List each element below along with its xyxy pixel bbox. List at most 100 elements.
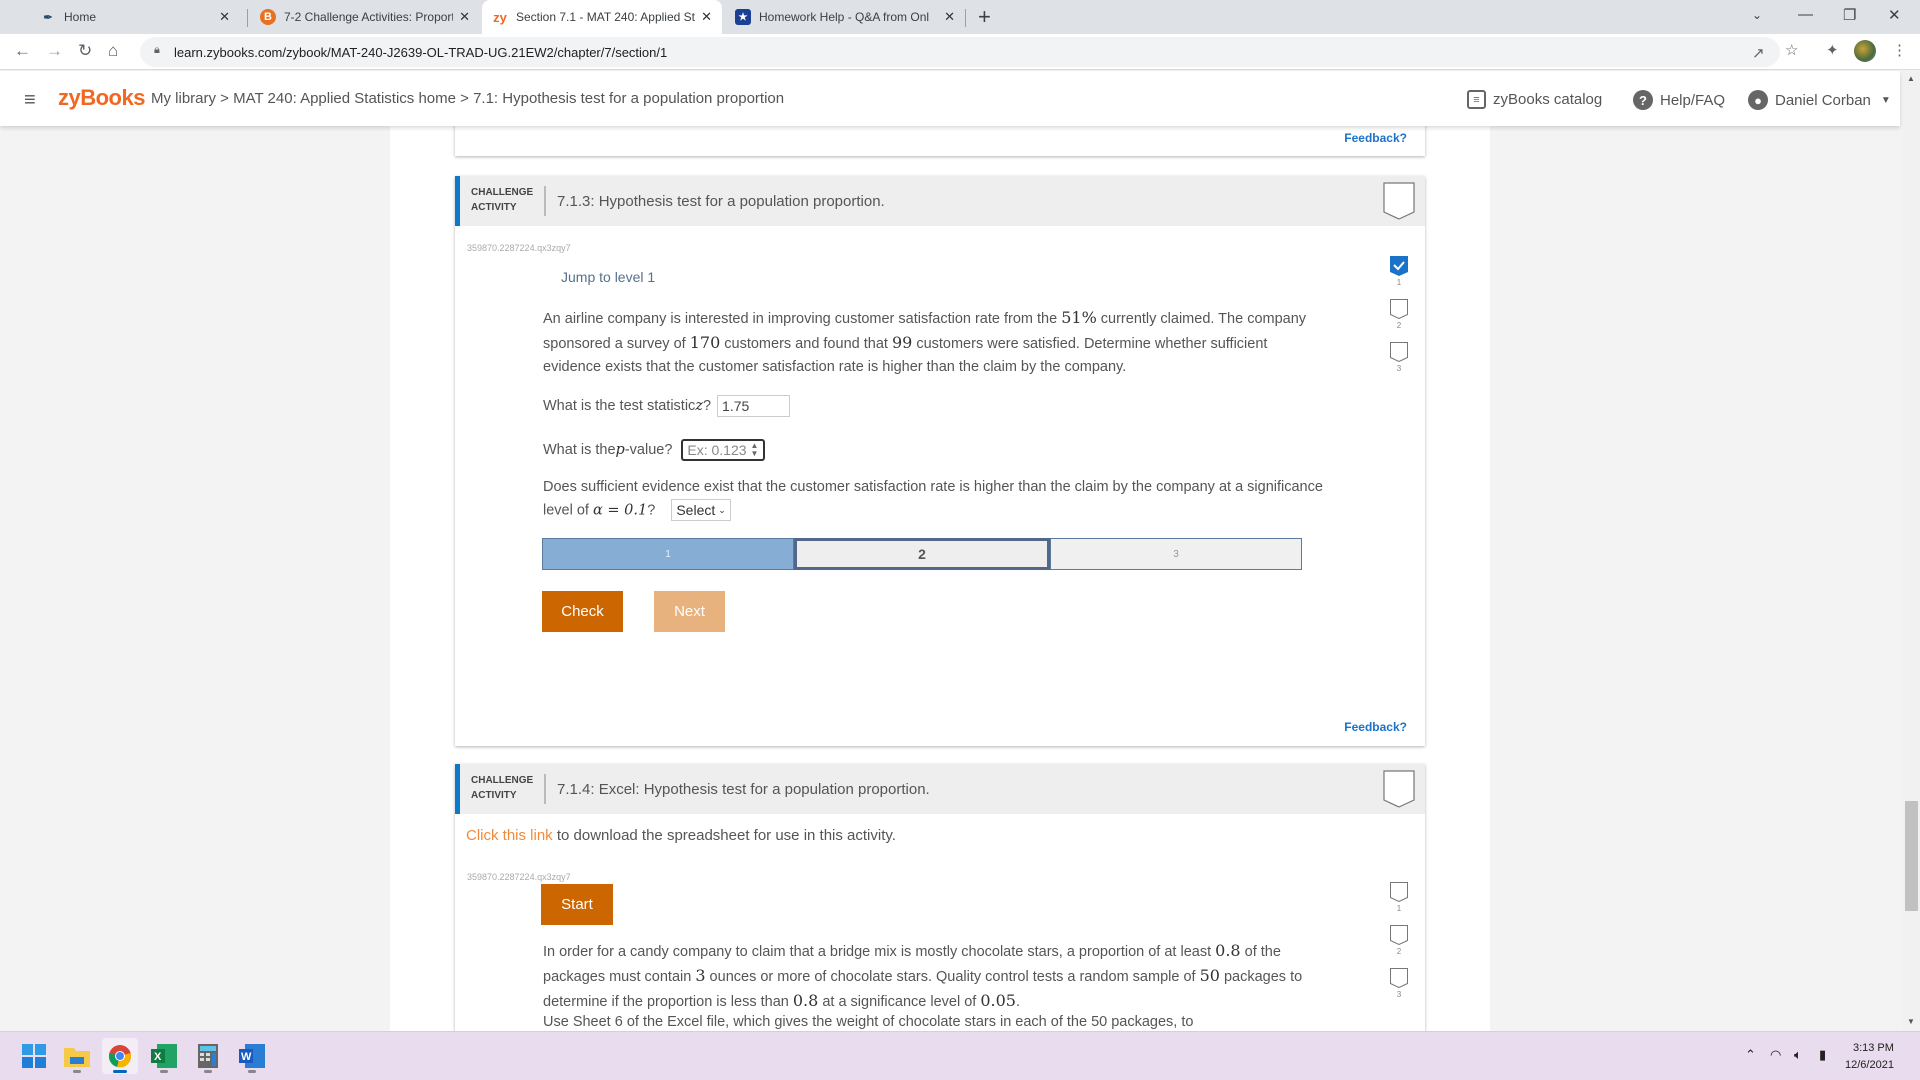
windows-start-icon[interactable] [16,1038,52,1074]
empty-badge-icon [1390,968,1408,988]
p-value-input[interactable]: Ex: 0.123 ▲ ▼ [681,439,766,461]
close-tab-icon[interactable]: ✕ [944,9,955,25]
challenge-activity-7-1-4: CHALLENGE ACTIVITY 7.1.4: Excel: Hypothe… [455,764,1425,1031]
wifi-icon[interactable]: ◠ [1770,1047,1781,1063]
level-badge-1[interactable]: 1 [1389,882,1409,913]
level-badge-2[interactable]: 2 [1389,299,1409,330]
extensions-puzzle-icon[interactable]: ✦ [1826,41,1839,59]
calculator-icon[interactable] [190,1038,226,1074]
scroll-up-arrow-icon[interactable]: ▲ [1907,74,1915,83]
level-1-segment[interactable]: 1 [542,538,794,570]
scrollbar-thumb[interactable] [1905,801,1918,911]
address-bar[interactable]: 🔒︎ learn.zybooks.com/zybook/MAT-240-J263… [140,37,1780,67]
question-p-value: What is the p -value? Ex: 0.123 ▲ ▼ [543,439,766,461]
evidence-select[interactable]: Select ⌄ [671,499,731,521]
start-button[interactable]: Start [541,884,613,925]
close-tab-icon[interactable]: ✕ [219,9,230,25]
question-test-statistic: What is the test statistic z? 1.75 [543,395,791,417]
browser-tab-bar: ✒ Home ✕ B 7-2 Challenge Activities: Pro… [0,0,1920,34]
breadcrumb[interactable]: My library > MAT 240: Applied Statistics… [151,90,784,107]
level-badges: 1 2 3 [1389,882,1409,1011]
activity-id: 359870.2287224.qx3zqy7 [467,872,571,882]
chrome-icon[interactable] [102,1038,138,1074]
show-hidden-icons-chevron[interactable]: ⌃ [1745,1047,1756,1063]
minimize-button[interactable]: — [1798,6,1813,23]
level-badge-2[interactable]: 2 [1389,925,1409,956]
clock-time: 3:13 PM [1852,1042,1894,1054]
forward-arrow-icon[interactable]: → [46,41,63,61]
content-column: Feedback? CHALLENGE ACTIVITY 7.1.3: Hypo… [390,126,1490,1031]
check-button[interactable]: Check [542,591,623,632]
volume-icon[interactable]: 🔈︎ [1794,1047,1802,1063]
user-account-icon: ● [1748,90,1768,110]
word-icon[interactable]: W [234,1038,270,1074]
user-menu[interactable]: ● Daniel Corban ▼ [1748,90,1891,110]
bookmark-star-icon[interactable]: ☆ [1785,41,1798,59]
hamburger-menu-icon[interactable]: ≡ [24,89,36,112]
tab-separator [965,9,966,27]
zybooks-header: ≡ zyBooks My library > MAT 240: Applied … [0,71,1900,126]
b-brand-icon: B [260,9,276,25]
clock-date: 12/6/2021 [1845,1059,1894,1071]
feather-icon: ✒ [43,11,53,24]
level-3-segment[interactable]: 3 [1050,538,1302,570]
tab-challenge-activities[interactable]: B 7-2 Challenge Activities: Proporti ✕ [250,0,480,34]
next-button[interactable]: Next [654,591,725,632]
restore-button[interactable]: ❐ [1843,6,1856,24]
challenge-activity-7-1-3: CHALLENGE ACTIVITY 7.1.3: Hypothesis tes… [455,176,1425,746]
tab-home[interactable]: ✒ Home ✕ [30,0,240,34]
url-text[interactable]: learn.zybooks.com/zybook/MAT-240-J2639-O… [174,45,667,60]
browser-toolbar: ← → ↻ ⌂ 🔒︎ learn.zybooks.com/zybook/MAT-… [0,34,1920,70]
share-icon[interactable]: ↗ [1752,44,1765,62]
new-tab-button[interactable]: + [978,4,991,30]
back-arrow-icon[interactable]: ← [14,41,31,61]
close-window-button[interactable]: ✕ [1888,6,1901,24]
activity-header: CHALLENGE ACTIVITY 7.1.3: Hypothesis tes… [455,176,1425,226]
number-spinner-icon[interactable]: ▲ ▼ [751,442,759,458]
close-tab-icon[interactable]: ✕ [459,9,470,25]
level-progress-bar: 1 2 3 [542,538,1302,570]
system-clock[interactable]: 3:13 PM 12/6/2021 [1845,1040,1894,1074]
battery-charging-icon[interactable]: ▮ [1819,1047,1826,1063]
download-instruction: Click this link to download the spreadsh… [466,827,896,844]
excel-icon[interactable]: X [146,1038,182,1074]
header-divider [544,774,546,804]
download-spreadsheet-link[interactable]: Click this link [466,827,553,844]
help-faq-link[interactable]: ? Help/FAQ [1633,90,1725,110]
empty-badge-icon [1390,925,1408,945]
page-content: Feedback? CHALLENGE ACTIVITY 7.1.3: Hypo… [0,126,1900,1031]
jump-to-level-link[interactable]: Jump to level 1 [561,269,655,285]
feedback-link[interactable]: Feedback? [1344,720,1407,734]
tab-homework-help[interactable]: ★ Homework Help - Q&A from Onl ✕ [725,0,965,34]
chevron-down-icon: ⌄ [718,504,726,515]
level-2-segment[interactable]: 2 [794,538,1050,570]
test-statistic-input[interactable]: 1.75 [717,395,791,417]
profile-avatar[interactable] [1854,40,1876,62]
level-badge-3[interactable]: 3 [1389,342,1409,373]
problem-statement: An airline company is interested in impr… [543,308,1307,375]
activity-title: 7.1.3: Hypothesis test for a population … [557,193,885,210]
question-evidence: Does sufficient evidence exist that the … [543,476,1323,523]
file-explorer-icon[interactable] [59,1038,95,1074]
close-tab-icon[interactable]: ✕ [701,9,712,25]
check-badge-icon [1390,256,1408,276]
shield-star-icon: ★ [735,9,751,25]
page-scrollbar[interactable]: ▲ ▼ [1903,71,1920,1031]
reload-icon[interactable]: ↻ [78,41,92,61]
zy-icon: zy [493,9,507,25]
feedback-link[interactable]: Feedback? [1344,131,1407,145]
scroll-down-arrow-icon[interactable]: ▼ [1907,1017,1915,1026]
previous-activity-card: Feedback? [455,126,1425,156]
catalog-book-icon: ≡ [1467,90,1486,109]
zybooks-logo[interactable]: zyBooks [58,85,145,111]
home-icon[interactable]: ⌂ [108,41,118,61]
zybooks-catalog-link[interactable]: ≡ zyBooks catalog [1467,90,1602,109]
tab-section-7-1[interactable]: zy Section 7.1 - MAT 240: Applied St ✕ [482,0,722,34]
level-badge-1[interactable]: 1 [1389,256,1409,287]
menu-kebab-icon[interactable]: ⋮ [1892,41,1907,59]
activity-type-label: CHALLENGE ACTIVITY [471,187,534,213]
activity-title: 7.1.4: Excel: Hypothesis test for a popu… [557,781,930,798]
tab-search-chevron-icon[interactable]: ⌄ [1752,8,1762,22]
level-badge-3[interactable]: 3 [1389,968,1409,999]
activity-id: 359870.2287224.qx3zqy7 [467,243,571,253]
